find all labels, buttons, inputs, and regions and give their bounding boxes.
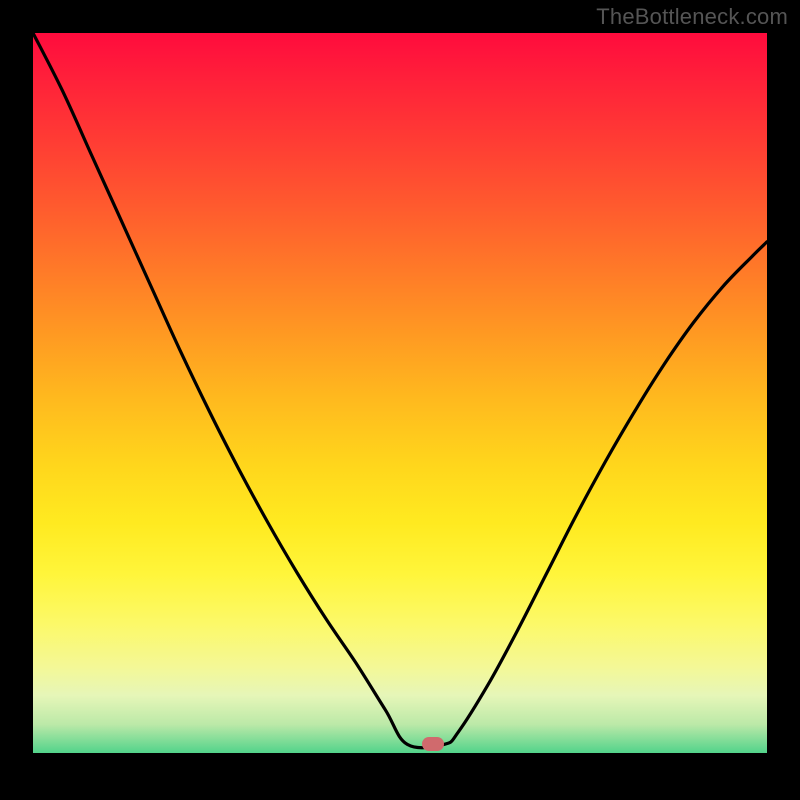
- bottleneck-curve: [33, 33, 767, 753]
- chart-frame: TheBottleneck.com: [0, 0, 800, 800]
- curve-path: [33, 33, 767, 748]
- watermark-text: TheBottleneck.com: [596, 4, 788, 30]
- optimum-marker: [422, 737, 444, 751]
- plot-area: [33, 33, 767, 753]
